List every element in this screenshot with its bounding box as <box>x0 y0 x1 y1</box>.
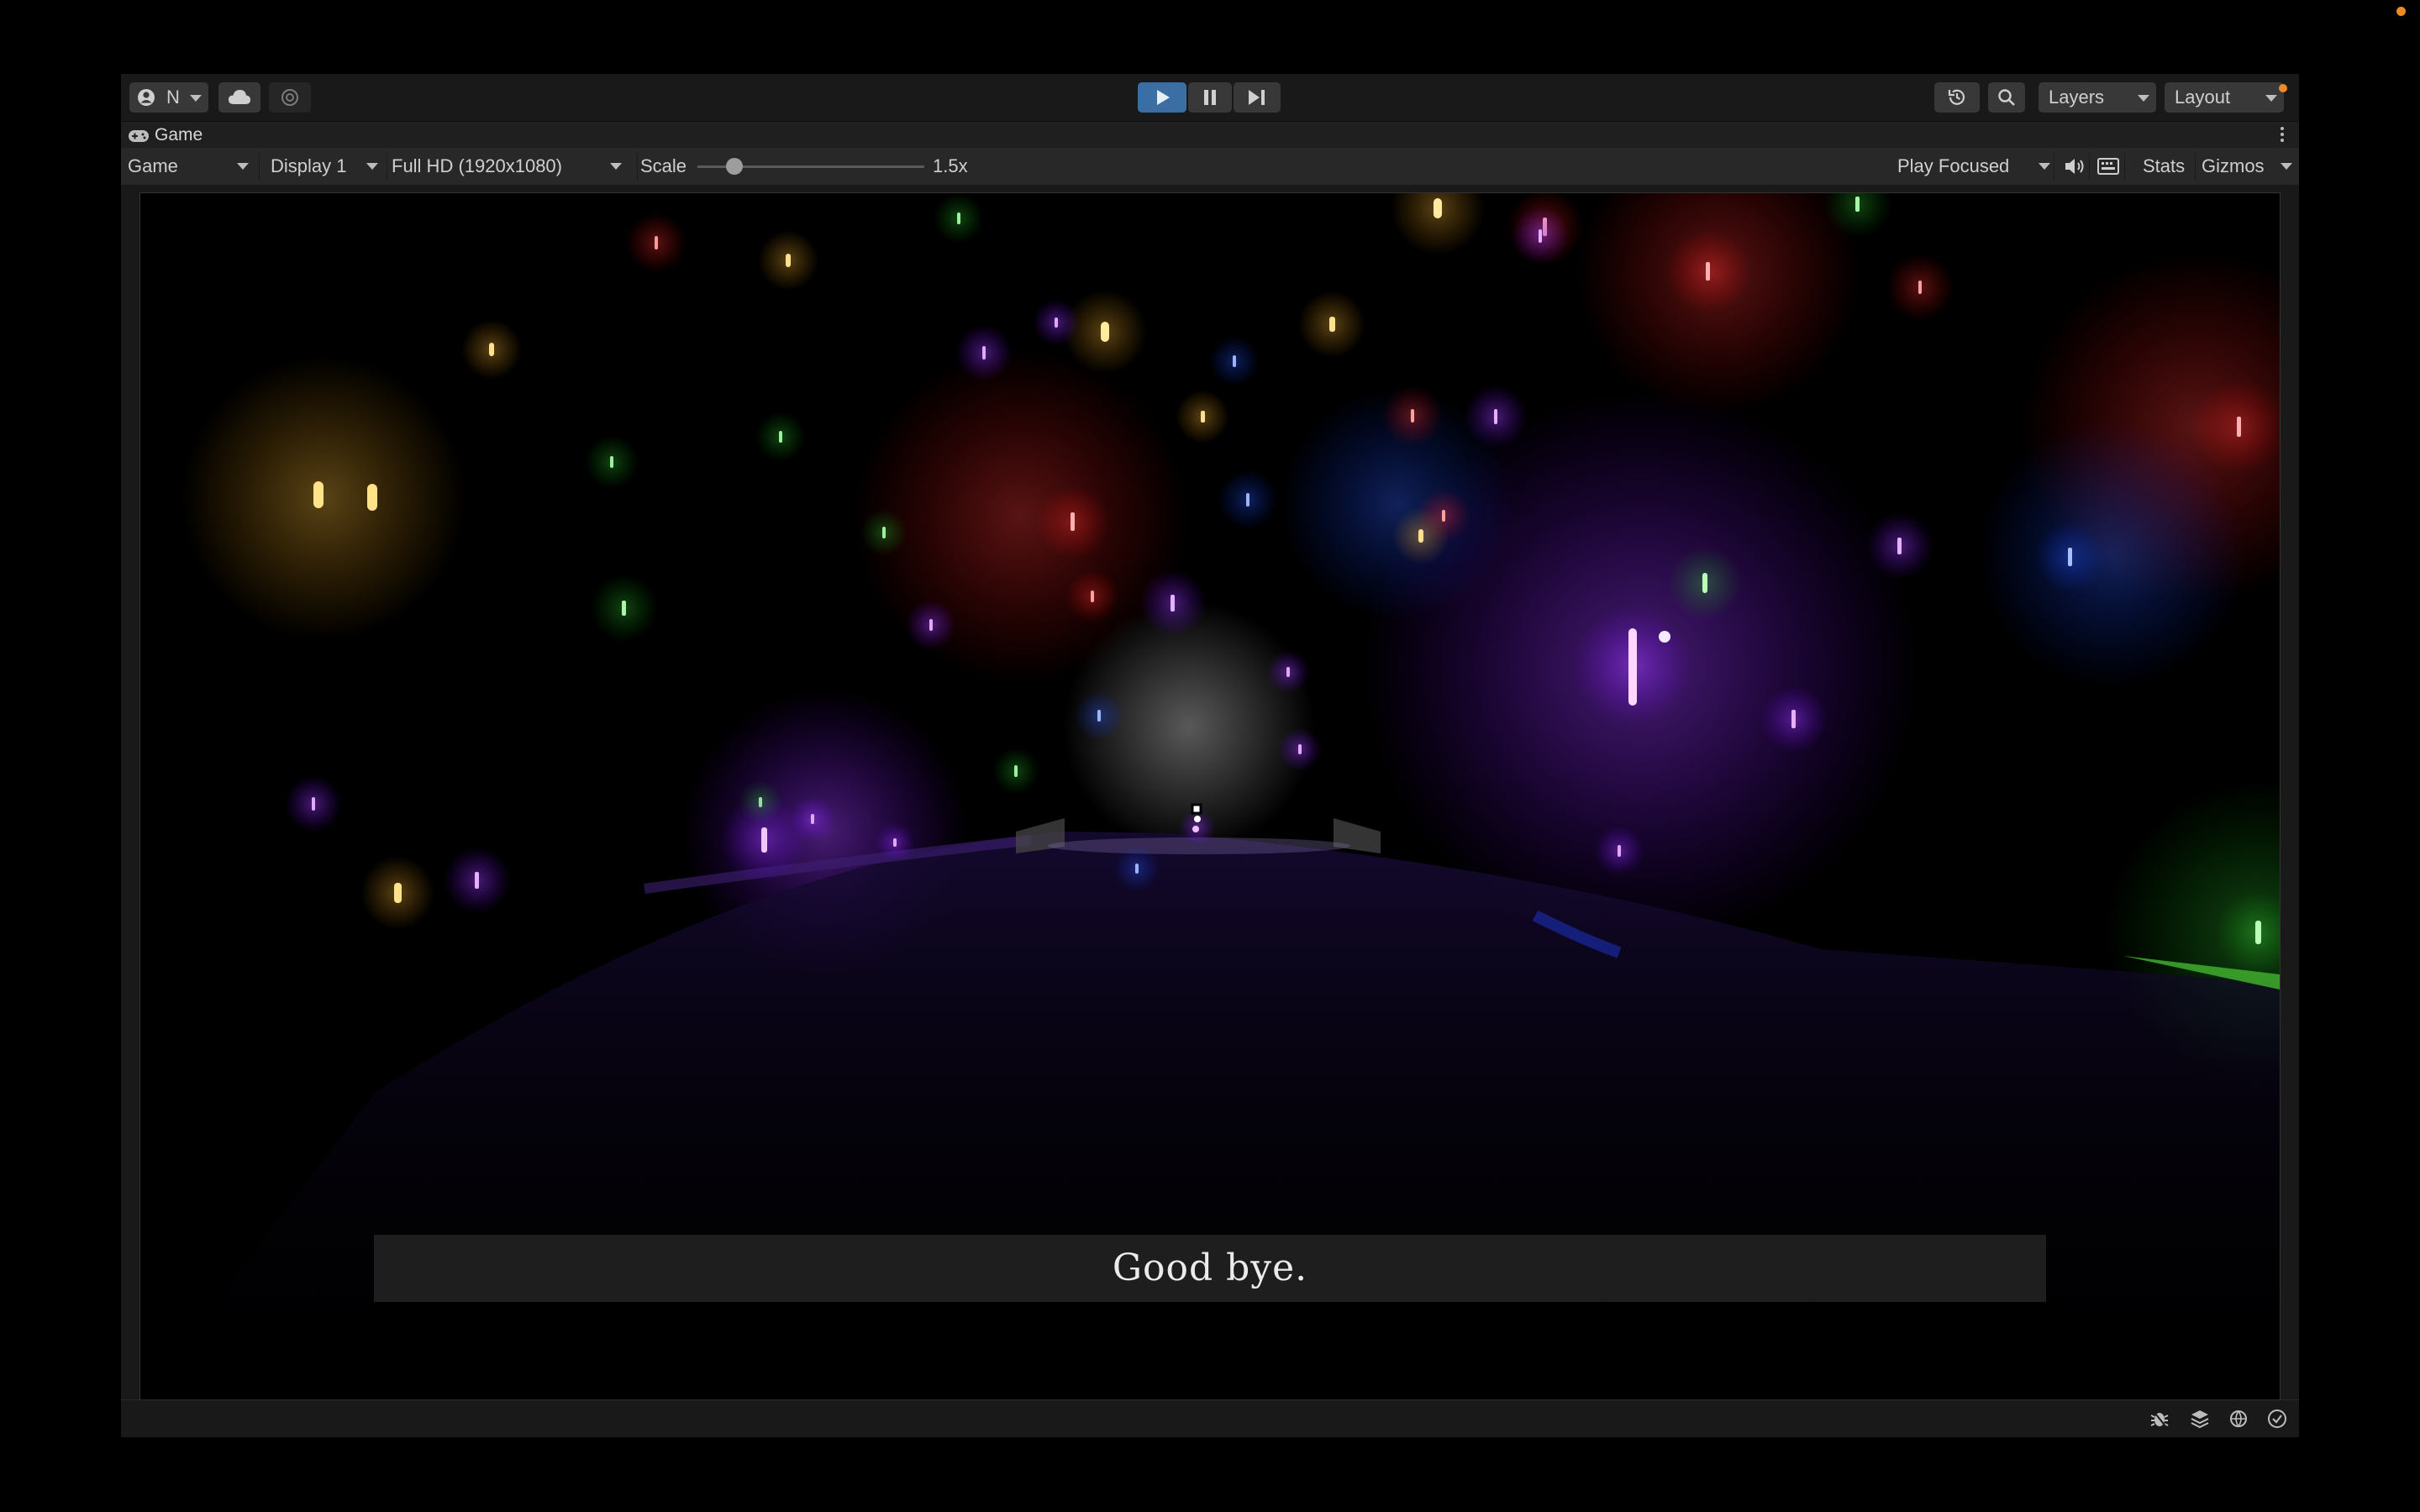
view-select-value: Game <box>128 155 178 176</box>
scale-slider-handle[interactable] <box>726 158 743 175</box>
network-icon[interactable] <box>2228 1409 2249 1429</box>
search-button[interactable] <box>1988 82 2025 113</box>
layers-dropdown[interactable]: Layers <box>2039 82 2156 113</box>
tab-game[interactable]: Game <box>128 122 203 149</box>
game-scene <box>140 193 2280 1399</box>
layout-label: Layout <box>2175 87 2231 108</box>
game-viewport[interactable]: Good bye. <box>139 192 2281 1400</box>
cloud-button[interactable] <box>218 82 260 113</box>
gizmos-label: Gizmos <box>2202 155 2265 176</box>
chevron-down-icon <box>2265 95 2277 102</box>
player-cursor-icon <box>1191 803 1202 815</box>
history-icon <box>1948 89 1965 105</box>
player-light <box>1194 816 1201 822</box>
subtitle-text: Good bye. <box>1112 1247 1308 1289</box>
layers-stack-icon[interactable] <box>2190 1409 2210 1429</box>
divider <box>259 153 260 180</box>
divider <box>2124 153 2125 180</box>
play-mode-select[interactable]: Play Focused <box>1897 148 2050 185</box>
layers-label: Layers <box>2049 87 2105 108</box>
status-bar <box>121 1399 2299 1437</box>
account-label: N <box>166 87 180 108</box>
scale-value: 1.5x <box>933 155 968 176</box>
chevron-down-icon <box>190 95 202 102</box>
resolution-select-value: Full HD (1920x1080) <box>392 155 562 176</box>
mute-audio-button[interactable] <box>2062 148 2087 185</box>
chevron-down-icon <box>2138 95 2149 102</box>
ambient-glow <box>853 349 1189 685</box>
stats-button[interactable]: Stats <box>2143 148 2185 185</box>
unity-editor-window: N Layers Layout Game Game Display 1 Full… <box>121 74 2299 1437</box>
chevron-down-icon <box>237 163 249 170</box>
subtitle-box: Good bye. <box>374 1235 2046 1302</box>
divider <box>2089 153 2090 180</box>
resolution-select[interactable]: Full HD (1920x1080) <box>392 148 635 185</box>
layout-modified-dot <box>2279 84 2287 92</box>
play-button[interactable] <box>1138 82 1186 113</box>
account-icon <box>138 89 155 106</box>
tab-bar: Game <box>121 121 2299 149</box>
keyboard-icon <box>2097 158 2119 175</box>
chevron-down-icon <box>2281 163 2292 170</box>
ambient-glow <box>1977 420 2246 689</box>
view-select[interactable]: Game <box>128 148 254 185</box>
history-button[interactable] <box>1934 82 1980 113</box>
player-light <box>1192 826 1199 832</box>
tab-game-label: Game <box>155 125 203 144</box>
divider <box>2195 153 2196 180</box>
chevron-down-icon <box>366 163 378 170</box>
pause-icon <box>1204 90 1216 105</box>
step-button[interactable] <box>1234 82 1281 113</box>
cloud-icon <box>229 90 250 104</box>
main-toolbar: N Layers Layout <box>121 74 2299 121</box>
play-icon <box>1157 90 1170 105</box>
more-options-icon[interactable] <box>2281 127 2284 144</box>
collab-icon <box>281 89 298 106</box>
display-select[interactable]: Display 1 <box>271 148 388 185</box>
game-view-control-bar: Game Display 1 Full HD (1920x1080) Scale… <box>121 148 2299 186</box>
shortcuts-button[interactable] <box>2096 148 2121 185</box>
gizmos-dropdown[interactable]: Gizmos <box>2202 148 2294 185</box>
play-mode-value: Play Focused <box>1897 155 2010 176</box>
display-select-value: Display 1 <box>271 155 347 176</box>
speaker-icon <box>2065 159 2084 174</box>
scale-label: Scale <box>640 155 687 176</box>
collab-button[interactable] <box>269 82 311 113</box>
bug-icon[interactable] <box>2149 1409 2170 1429</box>
check-circle-icon[interactable] <box>2267 1409 2287 1429</box>
gamepad-icon <box>129 130 149 142</box>
step-icon <box>1249 90 1265 105</box>
chevron-down-icon <box>610 163 622 170</box>
chevron-down-icon <box>2039 163 2050 170</box>
pause-button[interactable] <box>1188 82 1232 113</box>
notification-dot <box>2396 7 2406 16</box>
account-button[interactable]: N <box>129 82 208 113</box>
layout-dropdown[interactable]: Layout <box>2165 82 2284 113</box>
divider <box>637 153 638 180</box>
search-icon <box>1998 89 2015 106</box>
ground-plane <box>140 832 2280 1399</box>
